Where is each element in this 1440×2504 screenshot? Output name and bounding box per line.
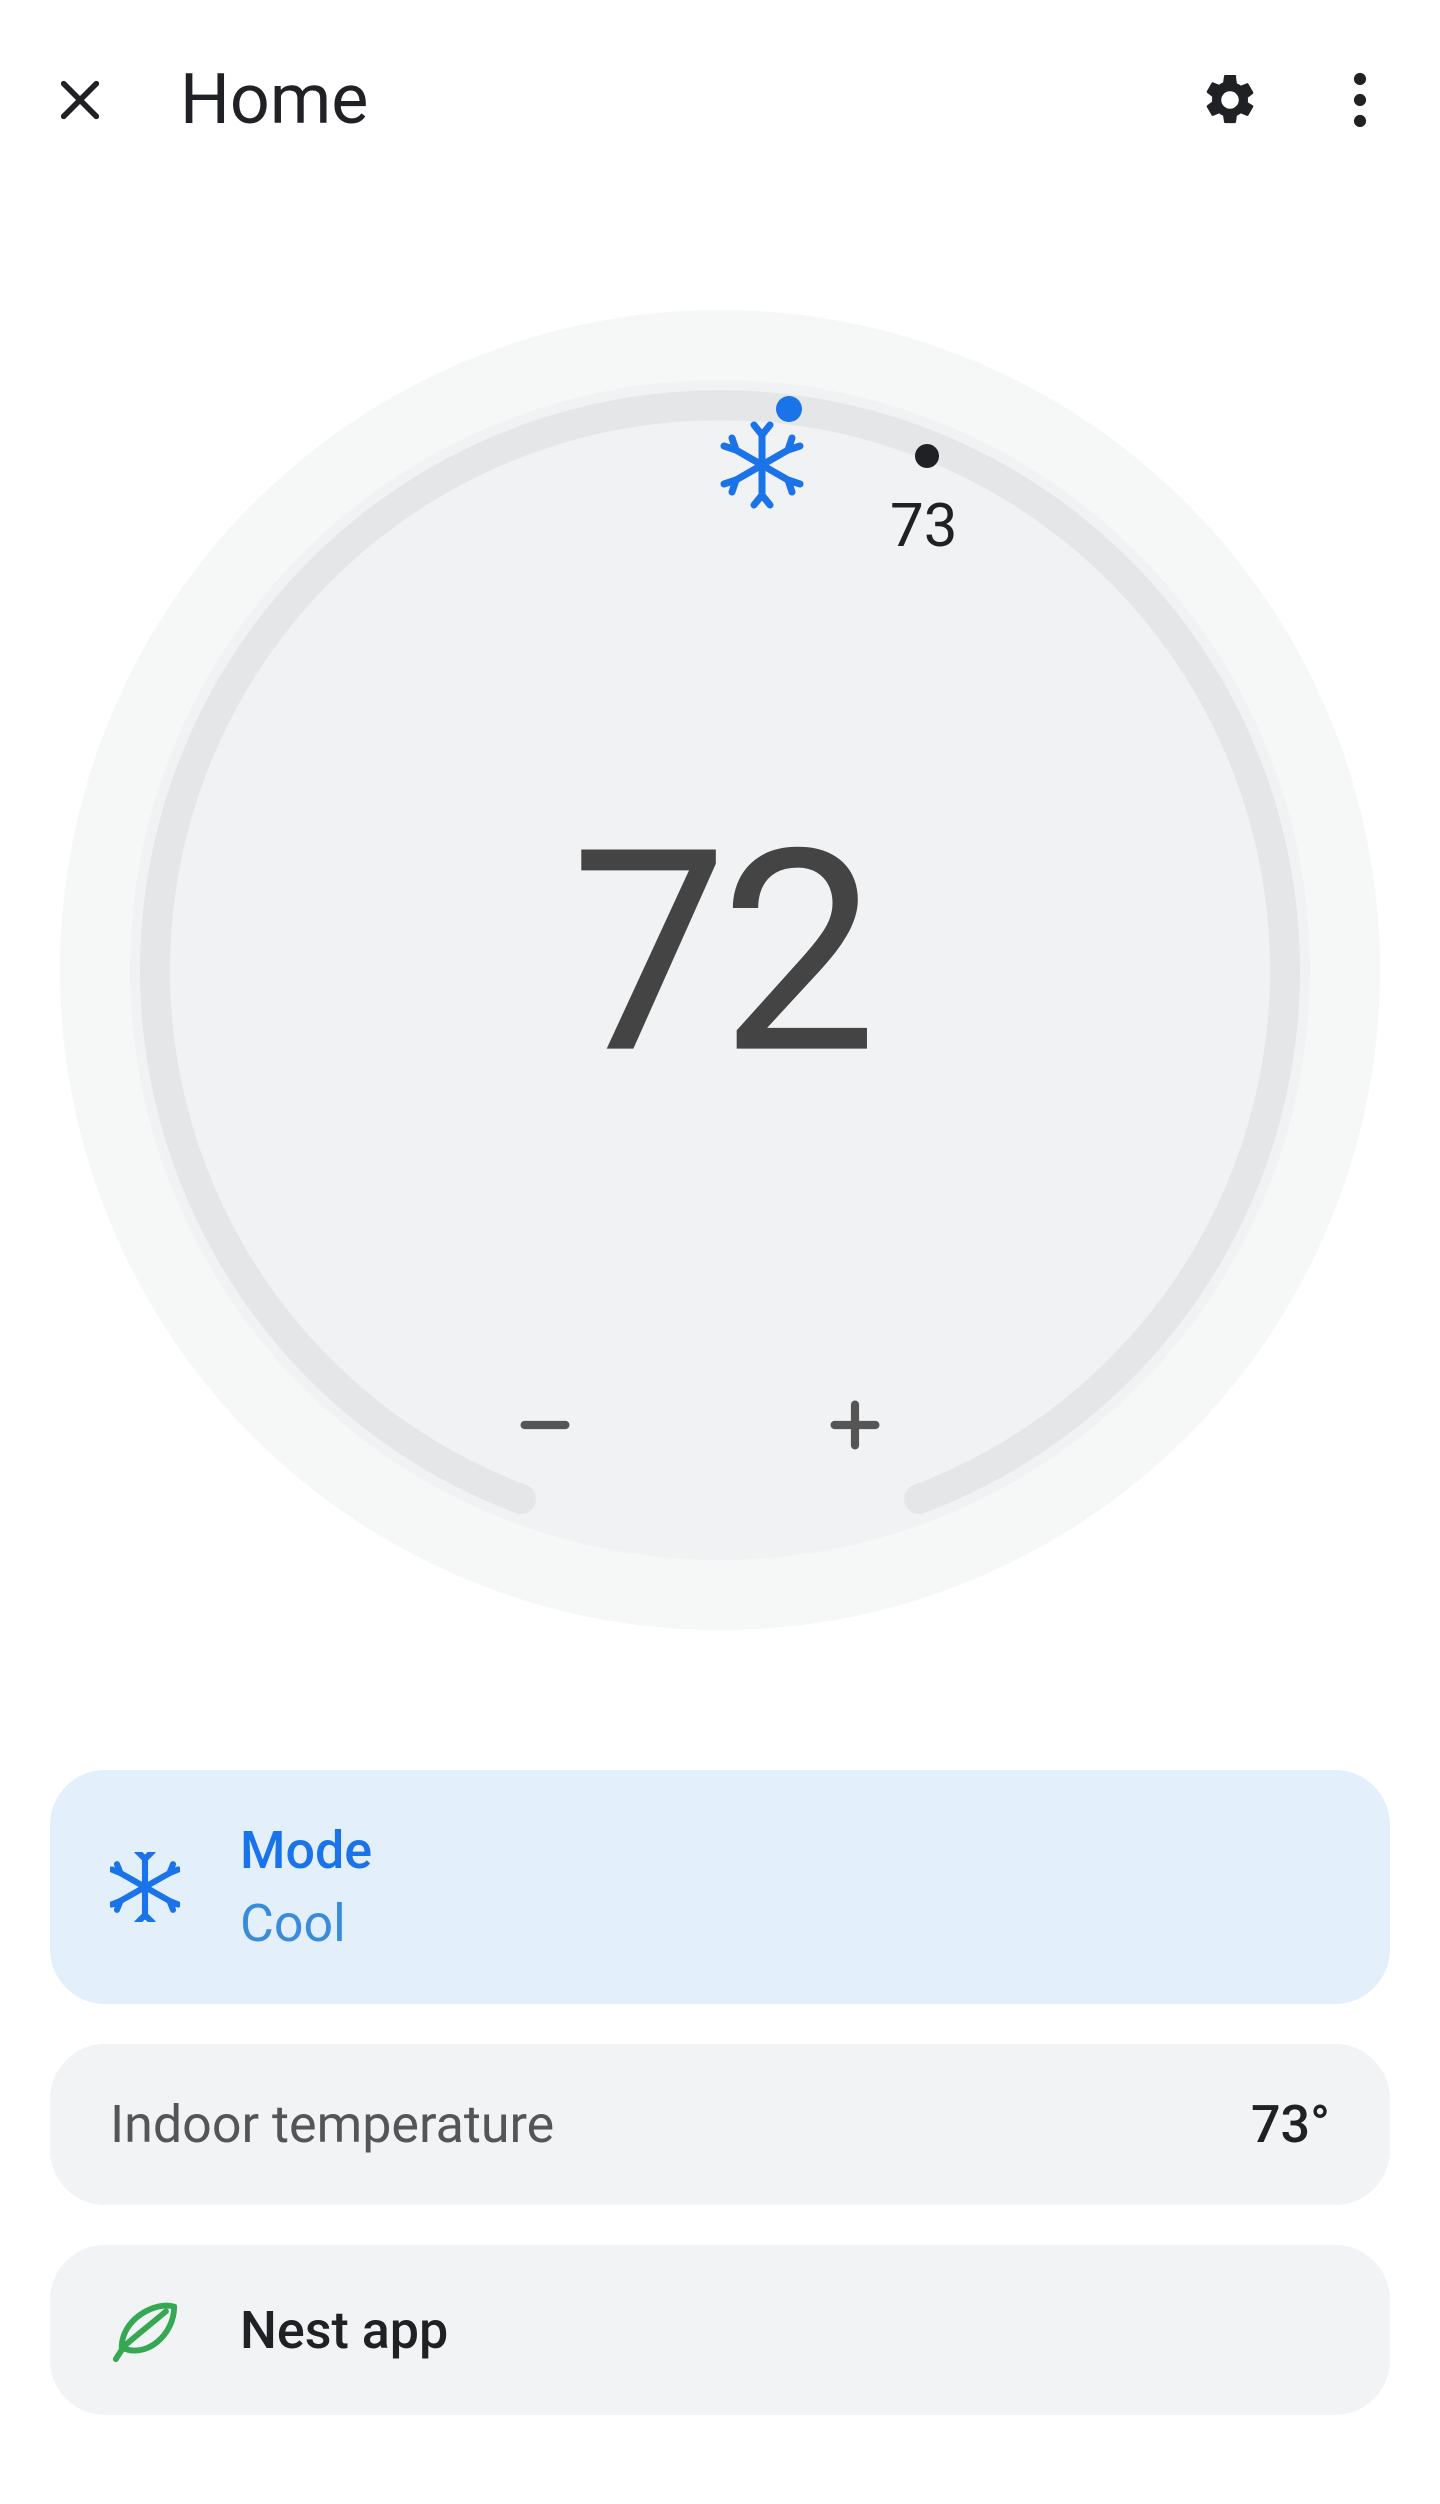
close-icon (52, 72, 108, 128)
mode-card[interactable]: Mode Cool (50, 1770, 1390, 2004)
indoor-temp-value: 73° (1251, 2094, 1330, 2155)
indoor-temp-card[interactable]: Indoor temperature 73° (50, 2044, 1390, 2205)
indoor-temp-label: Indoor temperature (110, 2094, 1251, 2155)
more-vert-icon (1353, 70, 1367, 130)
minus-icon (510, 1390, 580, 1460)
nest-app-card[interactable]: Nest app (50, 2245, 1390, 2415)
close-button[interactable] (50, 70, 110, 130)
set-temperature-display: 72 (571, 790, 870, 1118)
nest-app-label: Nest app (240, 2300, 448, 2361)
nest-leaf-icon (110, 2295, 180, 2365)
mode-title: Mode (240, 1820, 372, 1881)
decrease-temp-button[interactable] (510, 1390, 620, 1500)
mode-value: Cool (240, 1893, 372, 1954)
thermostat-dial[interactable]: 73 72 (60, 310, 1380, 1630)
indoor-temp-dial-label: 73 (890, 490, 957, 561)
gear-icon (1200, 69, 1260, 131)
more-button[interactable] (1330, 70, 1390, 130)
increase-temp-button[interactable] (820, 1390, 930, 1500)
snowflake-icon (110, 1852, 180, 1922)
plus-icon (820, 1390, 890, 1460)
app-header: Home (50, 50, 1390, 150)
page-title: Home (180, 59, 1200, 141)
settings-button[interactable] (1200, 70, 1260, 130)
